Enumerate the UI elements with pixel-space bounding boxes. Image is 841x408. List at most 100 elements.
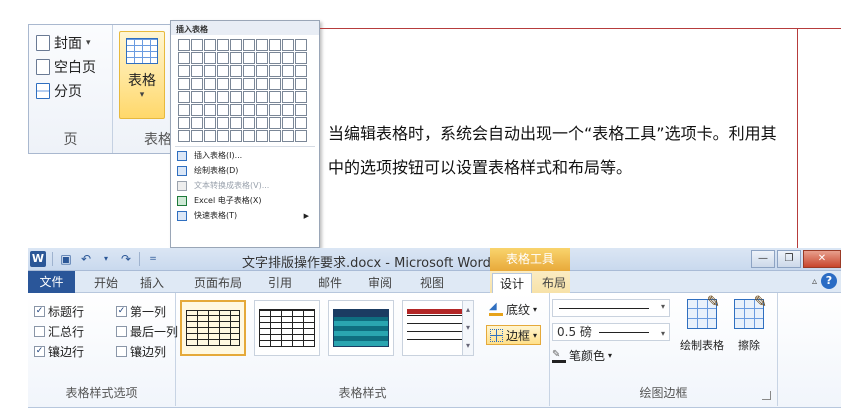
grid-cell[interactable] [204, 91, 216, 103]
tab-design[interactable]: 设计 [492, 273, 532, 293]
grid-cell[interactable] [230, 52, 242, 64]
grid-cell[interactable] [243, 104, 255, 116]
grid-cell[interactable] [178, 117, 190, 129]
checkbox[interactable]: ✓ [116, 305, 127, 317]
tab-file[interactable]: 文件 [28, 271, 75, 293]
checkbox-header-row[interactable]: ✓ 标题行 [34, 301, 116, 321]
tab-view[interactable]: 视图 [412, 273, 452, 293]
grid-cell[interactable] [256, 65, 268, 77]
grid-cell[interactable] [282, 52, 294, 64]
grid-cell[interactable] [191, 65, 203, 77]
pen-weight-select[interactable]: 0.5 磅 ▾ [552, 323, 670, 341]
grid-cell[interactable] [269, 130, 281, 142]
grid-cell[interactable] [269, 65, 281, 77]
grid-cell[interactable] [217, 65, 229, 77]
grid-cell[interactable] [178, 39, 190, 51]
grid-cell[interactable] [204, 52, 216, 64]
grid-cell[interactable] [295, 78, 307, 90]
grid-cell[interactable] [204, 65, 216, 77]
grid-cell[interactable] [256, 39, 268, 51]
grid-cell[interactable] [230, 65, 242, 77]
grid-cell[interactable] [217, 39, 229, 51]
grid-cell[interactable] [191, 117, 203, 129]
grid-cell[interactable] [243, 65, 255, 77]
grid-cell[interactable] [269, 78, 281, 90]
checkbox-total-row[interactable]: 汇总行 [34, 321, 116, 341]
customize-toolbar-icon[interactable]: = [146, 252, 160, 266]
checkbox-banded-rows[interactable]: ✓ 镶边行 [34, 341, 116, 361]
grid-cell[interactable] [256, 130, 268, 142]
grid-cell[interactable] [230, 39, 242, 51]
grid-cell[interactable] [217, 78, 229, 90]
menu-item-insert-table[interactable]: 插入表格(I)... [171, 148, 319, 163]
chevron-down-icon[interactable]: ▾ [99, 252, 113, 266]
borders-button[interactable]: 边框 ▾ [486, 325, 542, 345]
grid-cell[interactable] [204, 104, 216, 116]
gallery-scroll[interactable]: ▴ ▾ ▾ [462, 300, 474, 356]
grid-cell[interactable] [178, 91, 190, 103]
grid-cell[interactable] [178, 65, 190, 77]
checkbox[interactable] [116, 345, 127, 357]
grid-cell[interactable] [243, 52, 255, 64]
blank-page-button[interactable]: 空白页 [29, 55, 112, 79]
grid-cell[interactable] [282, 104, 294, 116]
grid-cell[interactable] [282, 130, 294, 142]
menu-item-excel[interactable]: Excel 电子表格(X) [171, 193, 319, 208]
close-icon[interactable]: ✕ [803, 250, 841, 268]
grid-cell[interactable] [282, 91, 294, 103]
table-style-teal[interactable] [328, 300, 394, 356]
grid-cell[interactable] [243, 39, 255, 51]
tab-mailings[interactable]: 邮件 [310, 273, 350, 293]
grid-cell[interactable] [178, 104, 190, 116]
grid-cell[interactable] [243, 78, 255, 90]
grid-cell[interactable] [230, 104, 242, 116]
grid-cell[interactable] [243, 117, 255, 129]
grid-cell[interactable] [191, 91, 203, 103]
tab-page-layout[interactable]: 页面布局 [188, 273, 248, 293]
save-icon[interactable]: ▣ [59, 252, 73, 266]
grid-cell[interactable] [295, 130, 307, 142]
grid-cell[interactable] [178, 130, 190, 142]
grid-cell[interactable] [191, 52, 203, 64]
grid-cell[interactable] [178, 52, 190, 64]
help-icon[interactable]: ? [821, 273, 837, 289]
grid-cell[interactable] [217, 52, 229, 64]
grid-cell[interactable] [269, 91, 281, 103]
word-logo-icon[interactable]: W [30, 251, 46, 267]
shading-button[interactable]: ◢ 底纹 ▾ [486, 299, 541, 319]
grid-cell[interactable] [295, 117, 307, 129]
grid-cell[interactable] [230, 117, 242, 129]
minimize-ribbon-icon[interactable]: ▵ [812, 276, 817, 287]
redo-icon[interactable]: ↷ [119, 252, 133, 266]
grid-cell[interactable] [204, 117, 216, 129]
table-style-red[interactable] [402, 300, 468, 356]
table-style-plain[interactable] [254, 300, 320, 356]
table-button[interactable]: 表格 ▾ [119, 31, 165, 119]
grid-cell[interactable] [295, 52, 307, 64]
grid-cell[interactable] [217, 91, 229, 103]
grid-cell[interactable] [295, 39, 307, 51]
grid-cell[interactable] [256, 91, 268, 103]
tab-references[interactable]: 引用 [260, 273, 300, 293]
dialog-launcher-icon[interactable] [762, 391, 771, 400]
grid-cell[interactable] [269, 117, 281, 129]
page-break-button[interactable]: 分页 [29, 79, 112, 103]
tab-insert[interactable]: 插入 [132, 273, 172, 293]
grid-cell[interactable] [282, 39, 294, 51]
grid-cell[interactable] [243, 130, 255, 142]
grid-cell[interactable] [230, 130, 242, 142]
undo-icon[interactable]: ↶ [79, 252, 93, 266]
grid-cell[interactable] [204, 39, 216, 51]
grid-cell[interactable] [256, 104, 268, 116]
draw-table-button[interactable]: 绘制表格 [680, 292, 724, 353]
grid-cell[interactable] [243, 91, 255, 103]
checkbox[interactable]: ✓ [34, 345, 45, 357]
grid-cell[interactable] [295, 104, 307, 116]
grid-cell[interactable] [282, 65, 294, 77]
grid-cell[interactable] [178, 78, 190, 90]
grid-cell[interactable] [256, 52, 268, 64]
grid-cell[interactable] [204, 78, 216, 90]
grid-cell[interactable] [217, 117, 229, 129]
grid-cell[interactable] [256, 117, 268, 129]
grid-cell[interactable] [191, 39, 203, 51]
